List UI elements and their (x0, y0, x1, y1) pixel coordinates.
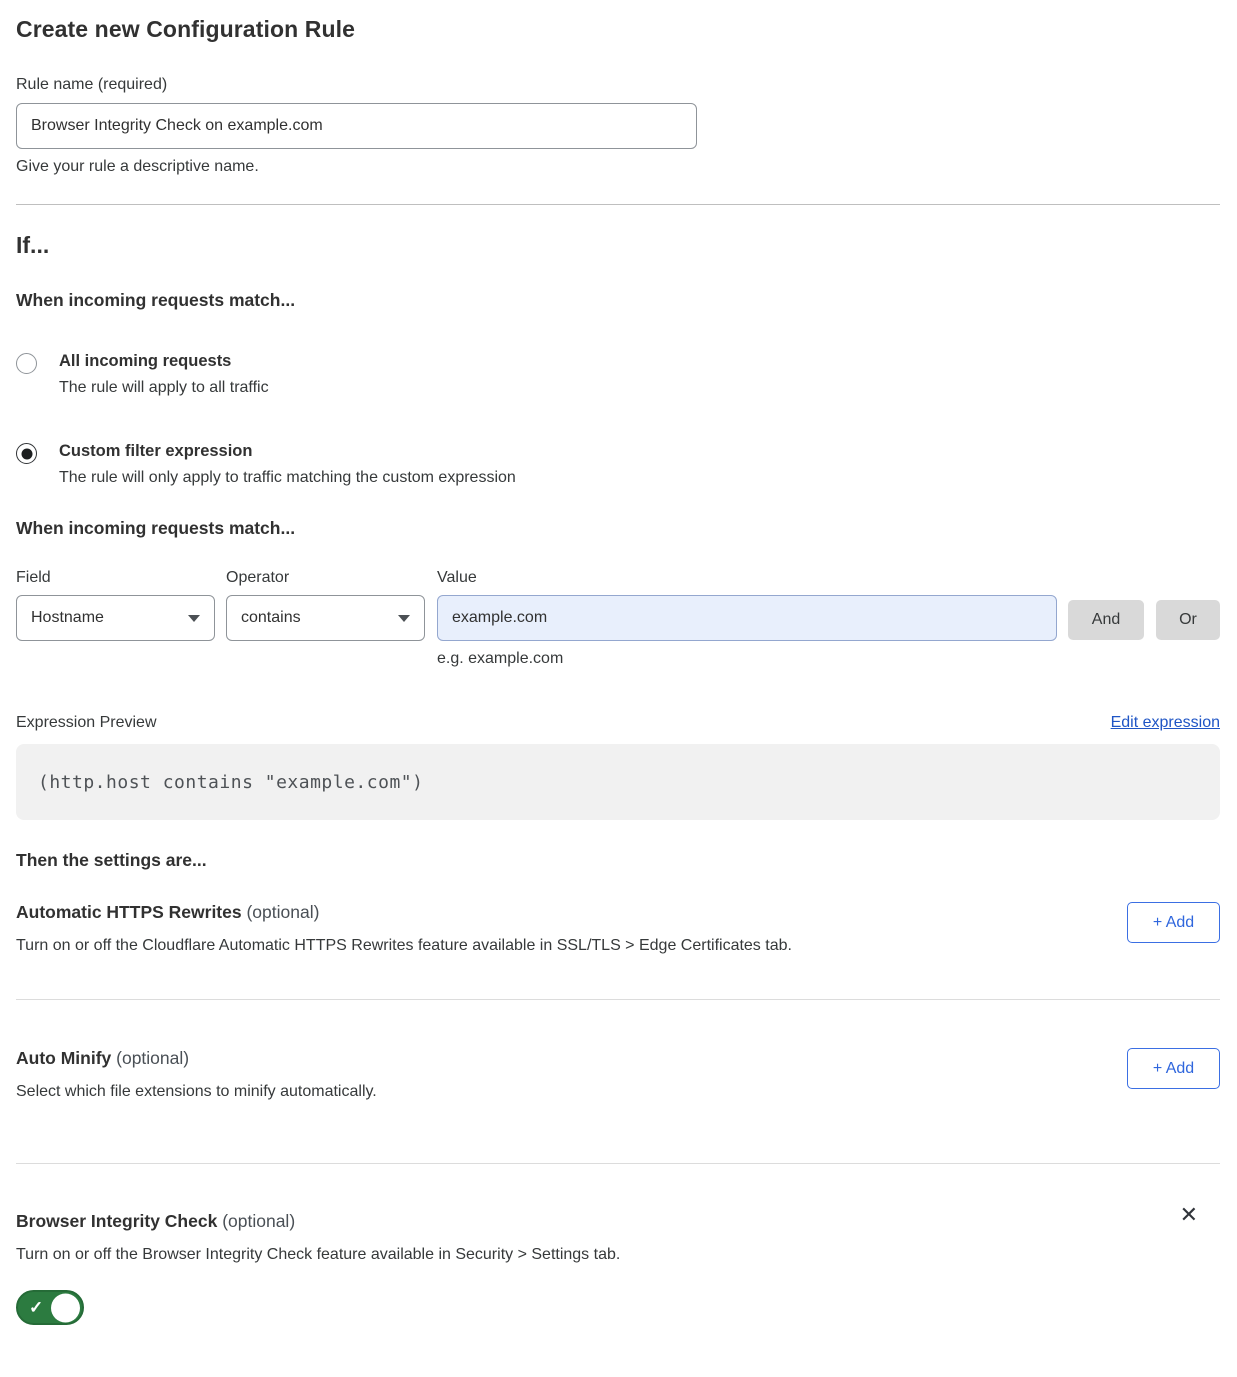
chevron-down-icon (398, 615, 410, 622)
toggle-knob[interactable] (51, 1293, 80, 1322)
page-title: Create new Configuration Rule (16, 16, 1220, 43)
operator-label: Operator (226, 569, 425, 587)
setting-optional-tag: (optional) (222, 1211, 295, 1231)
radio-unselected-icon[interactable] (16, 353, 37, 374)
expression-builder-heading: When incoming requests match... (16, 518, 1220, 539)
value-helper: e.g. example.com (437, 650, 1057, 668)
field-select[interactable]: Hostname (16, 595, 215, 641)
create-configuration-rule-form: Create new Configuration Rule Rule name … (0, 0, 1237, 1345)
checkmark-icon: ✓ (29, 1299, 43, 1316)
edit-expression-link[interactable]: Edit expression (1111, 714, 1220, 732)
setting-name: Auto Minify (16, 1048, 111, 1068)
operator-select-value: contains (241, 609, 301, 627)
browser-integrity-check-toggle[interactable]: ✓ (16, 1290, 84, 1325)
setting-title: Auto Minify (optional) (16, 1048, 1220, 1069)
setting-title: Browser Integrity Check (optional) (16, 1211, 1220, 1232)
or-button[interactable]: Or (1156, 600, 1220, 640)
value-input[interactable] (437, 595, 1057, 641)
rule-name-helper: Give your rule a descriptive name. (16, 158, 1220, 176)
expression-preview-label: Expression Preview (16, 714, 157, 732)
radio-option-custom-filter-expression[interactable]: Custom filter expression The rule will o… (16, 442, 1220, 487)
expression-preview-code: (http.host contains "example.com") (38, 772, 423, 793)
setting-auto-minify: Auto Minify (optional) + Add Select whic… (16, 1048, 1220, 1164)
setting-divider (16, 1163, 1220, 1164)
rule-name-label: Rule name (required) (16, 76, 1220, 94)
setting-title: Automatic HTTPS Rewrites (optional) (16, 902, 1220, 923)
and-button[interactable]: And (1068, 600, 1144, 640)
setting-optional-tag: (optional) (246, 902, 319, 922)
then-settings-heading: Then the settings are... (16, 850, 1220, 871)
close-icon[interactable]: ✕ (1180, 1205, 1198, 1227)
setting-browser-integrity-check: Browser Integrity Check (optional) ✕ Tur… (16, 1211, 1220, 1325)
expression-preview-header: Expression Preview Edit expression (16, 714, 1220, 732)
setting-description: Turn on or off the Cloudflare Automatic … (16, 937, 1016, 955)
setting-description: Select which file extensions to minify a… (16, 1083, 1016, 1101)
if-heading: If... (16, 232, 1220, 259)
expression-builder-row: Field Hostname Operator contains Value e… (16, 569, 1220, 668)
setting-divider (16, 999, 1220, 1000)
add-auto-minify-button[interactable]: + Add (1127, 1048, 1220, 1089)
match-heading: When incoming requests match... (16, 290, 1220, 311)
radio-option-description: The rule will apply to all traffic (59, 379, 269, 397)
field-select-value: Hostname (31, 609, 104, 627)
field-label: Field (16, 569, 215, 587)
radio-selected-icon[interactable] (16, 443, 37, 464)
value-label: Value (437, 569, 1057, 587)
rule-name-input[interactable] (16, 103, 697, 149)
expression-preview-code-block: (http.host contains "example.com") (16, 744, 1220, 820)
setting-automatic-https-rewrites: Automatic HTTPS Rewrites (optional) + Ad… (16, 902, 1220, 1000)
radio-option-label: All incoming requests (59, 352, 269, 371)
chevron-down-icon (188, 615, 200, 622)
section-divider (16, 204, 1220, 205)
operator-select[interactable]: contains (226, 595, 425, 641)
setting-optional-tag: (optional) (116, 1048, 189, 1068)
radio-option-label: Custom filter expression (59, 442, 516, 461)
setting-description: Turn on or off the Browser Integrity Che… (16, 1246, 1016, 1264)
setting-name: Automatic HTTPS Rewrites (16, 902, 242, 922)
setting-name: Browser Integrity Check (16, 1211, 217, 1231)
radio-option-all-incoming-requests[interactable]: All incoming requests The rule will appl… (16, 352, 1220, 397)
add-automatic-https-rewrites-button[interactable]: + Add (1127, 902, 1220, 943)
radio-option-description: The rule will only apply to traffic matc… (59, 469, 516, 487)
